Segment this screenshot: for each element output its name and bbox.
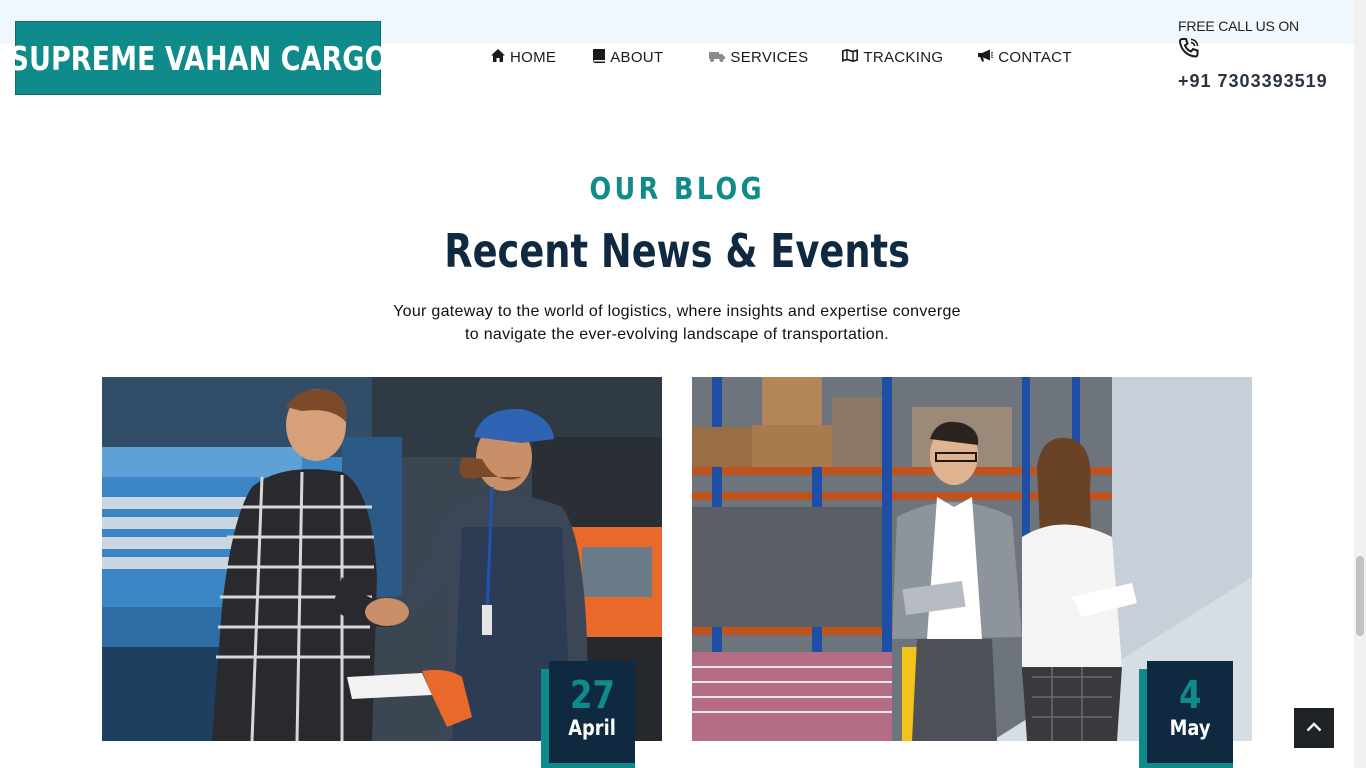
nav-label-tracking: TRACKING	[863, 48, 944, 66]
date-month-2: May	[1169, 716, 1211, 740]
section-description: Your gateway to the world of logistics, …	[0, 300, 1354, 346]
nav-label-services: SERVICES	[730, 48, 809, 66]
nav-item-about[interactable]: ABOUT	[592, 48, 664, 66]
map-icon	[842, 48, 859, 65]
nav-label-contact: CONTACT	[998, 48, 1072, 66]
eyebrow-text: OUR BLOG	[589, 172, 765, 207]
date-badge-1: 27 April	[549, 661, 635, 763]
chevron-up-icon	[1306, 719, 1322, 737]
date-month-1: April	[568, 716, 616, 740]
page-scrollbar[interactable]	[1354, 0, 1366, 768]
date-day-1: 27	[569, 673, 615, 717]
book-icon	[592, 48, 606, 66]
call-label: FREE CALL US ON	[1178, 18, 1299, 34]
nav-label-home: HOME	[510, 48, 557, 66]
phone-icon[interactable]	[1178, 37, 1202, 59]
nav-item-services[interactable]: SERVICES	[709, 49, 808, 66]
main-nav: HOME ABOUT SERVICES TRACKING CONTACT	[491, 46, 1072, 68]
nav-label-about: ABOUT	[610, 48, 664, 66]
brand-name: SUPREME VAHAN CARGO	[8, 38, 388, 78]
section-heading: Recent News & Events	[0, 224, 1354, 278]
call-block: FREE CALL US ON +91 7303393519	[1178, 18, 1328, 92]
description-line-1: Your gateway to the world of logistics, …	[393, 303, 961, 320]
heading-text: Recent News & Events	[444, 224, 910, 278]
scrollbar-thumb[interactable]	[1356, 556, 1364, 636]
nav-item-tracking[interactable]: TRACKING	[842, 49, 943, 66]
truck-icon	[709, 50, 726, 65]
scroll-to-top-button[interactable]	[1294, 708, 1334, 748]
date-badge-2: 4 May	[1147, 661, 1233, 763]
call-number[interactable]: +91 7303393519	[1178, 71, 1328, 92]
section-eyebrow: OUR BLOG	[0, 172, 1354, 207]
description-line-2: to navigate the ever-evolving landscape …	[465, 326, 889, 343]
megaphone-icon	[977, 49, 994, 65]
brand-logo[interactable]: SUPREME VAHAN CARGO	[9, 21, 387, 95]
home-icon	[491, 49, 505, 65]
date-day-2: 4	[1178, 673, 1202, 717]
nav-item-contact[interactable]: CONTACT	[977, 49, 1071, 66]
nav-item-home[interactable]: HOME	[491, 49, 556, 66]
